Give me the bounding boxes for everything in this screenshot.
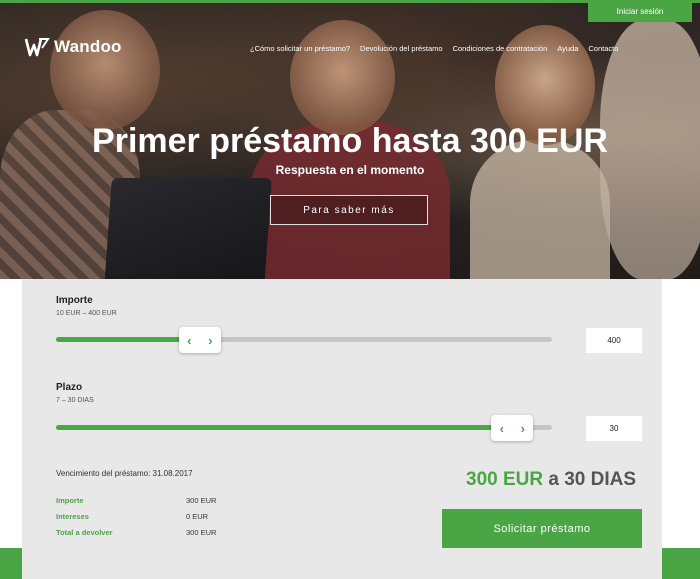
hero-photo-person (50, 10, 160, 130)
login-button[interactable]: Iniciar sesión (588, 0, 692, 22)
amount-label: Importe (56, 295, 93, 306)
summary-key: Total a devolver (56, 528, 113, 537)
term-slider-handle[interactable]: ‹ › (491, 415, 534, 441)
nav-item-conditions[interactable]: Condiciones de contratación (453, 44, 548, 53)
nav-item-help[interactable]: Ayuda (557, 44, 578, 53)
nav-item-contact[interactable]: Contacto (588, 44, 618, 53)
bottom-accent-strip (662, 548, 700, 579)
main-nav: ¿Cómo solicitar un préstamo? Devolución … (250, 44, 618, 53)
total-term: a 30 DIAS (548, 469, 637, 490)
due-date: Vencimiento del préstamo: 31.08.2017 (56, 469, 193, 478)
chevron-right-icon: › (208, 332, 213, 348)
term-value-field[interactable]: 30 (586, 416, 642, 441)
term-slider[interactable] (56, 425, 552, 430)
total-amount: 300 EUR (466, 469, 544, 490)
hero-photo-person (290, 20, 395, 135)
hero-photo-laptop (104, 178, 272, 279)
chevron-right-icon: › (520, 420, 525, 436)
chevron-left-icon: ‹ (499, 420, 504, 436)
logo[interactable]: Wandoo (24, 36, 122, 58)
wandoo-logo-icon (24, 38, 50, 57)
summary-value: 0 EUR (186, 512, 209, 521)
logo-text: Wandoo (54, 37, 122, 56)
summary-key: Intereses (56, 512, 89, 521)
amount-slider-handle[interactable]: ‹ › (178, 327, 221, 353)
request-loan-button[interactable]: Solicitar préstamo (442, 509, 642, 548)
amount-range: 10 EUR – 400 EUR (56, 310, 117, 317)
summary-key: Importe (56, 496, 84, 505)
term-range: 7 – 30 DIAS (56, 397, 94, 404)
amount-slider[interactable] (56, 337, 552, 342)
nav-item-how-to-apply[interactable]: ¿Cómo solicitar un préstamo? (250, 44, 350, 53)
loan-calculator: Importe 10 EUR – 400 EUR ‹ › 400 Plazo 7… (22, 279, 662, 579)
chevron-left-icon: ‹ (187, 332, 192, 348)
amount-value-field[interactable]: 400 (586, 328, 642, 353)
term-slider-fill (56, 425, 513, 430)
bottom-accent-strip (0, 548, 22, 579)
more-info-button[interactable]: Para saber más (270, 195, 428, 225)
summary-value: 300 EUR (186, 528, 217, 537)
hero-title: Primer préstamo hasta 300 EUR (92, 122, 608, 160)
total-summary: 300 EUR a 30 DIAS (466, 469, 636, 491)
hero-subtitle: Respuesta en el momento (275, 163, 425, 177)
term-label: Plazo (56, 382, 83, 393)
nav-item-repayment[interactable]: Devolución del préstamo (360, 44, 443, 53)
summary-value: 300 EUR (186, 496, 217, 505)
